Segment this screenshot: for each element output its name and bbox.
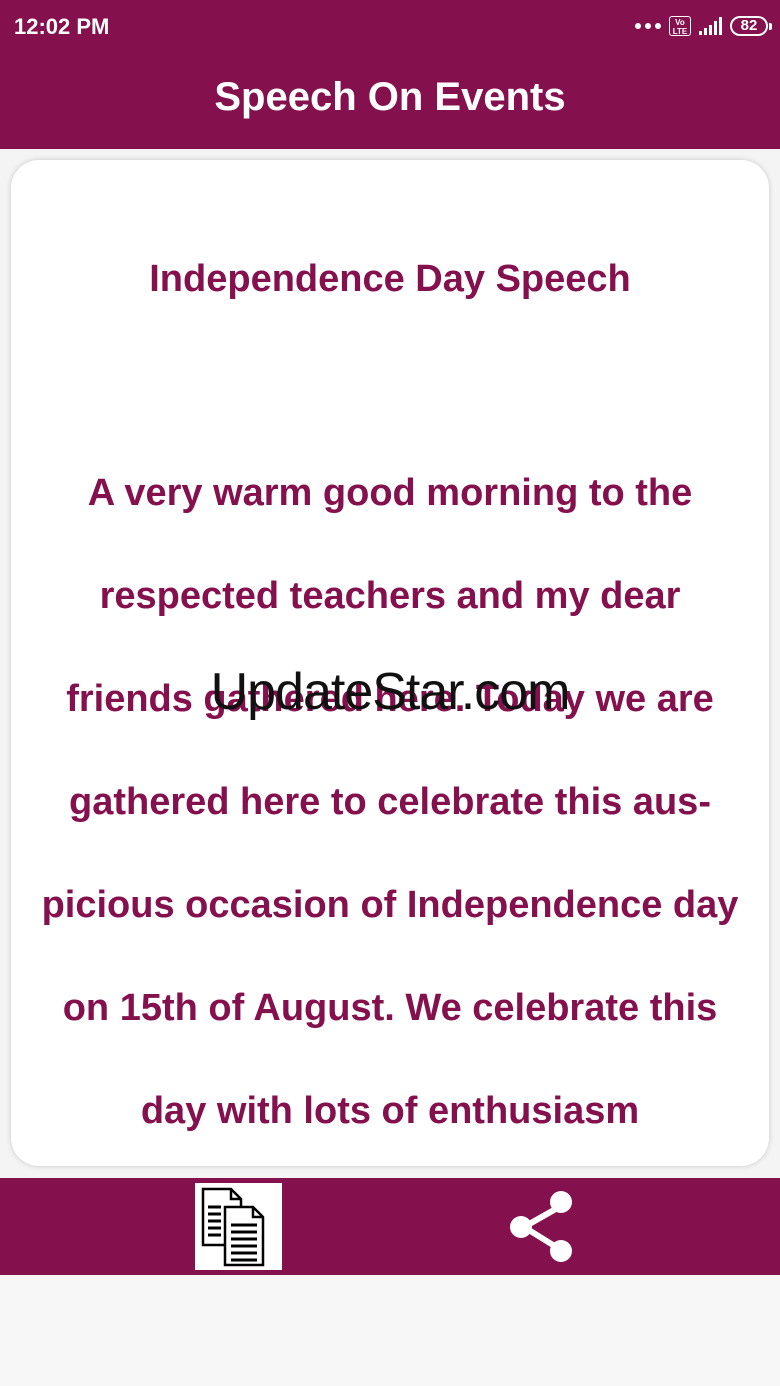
bottom-blank-area <box>0 1275 780 1386</box>
bottom-bar <box>0 1178 780 1275</box>
signal-icon <box>699 17 722 35</box>
speech-title: Independence Day Speech <box>149 258 631 300</box>
status-bar: 12:02 PM Vo LTE 82 <box>0 0 780 52</box>
app-bar: Speech On Events <box>0 52 780 149</box>
status-icons: Vo LTE 82 <box>635 14 772 38</box>
share-button[interactable] <box>500 1184 586 1270</box>
share-icon <box>510 1191 572 1262</box>
more-dots-icon <box>635 23 661 29</box>
battery-icon: 82 <box>730 16 772 36</box>
copy-documents-icon <box>201 1187 265 1267</box>
volte-icon: Vo LTE <box>669 16 691 36</box>
speech-card: Independence Day Speech A very warm good… <box>11 160 769 1166</box>
copy-button[interactable] <box>195 1183 282 1270</box>
app-title: Speech On Events <box>214 75 566 119</box>
speech-body: A very warm good morning to the respecte… <box>41 472 739 1132</box>
status-time: 12:02 PM <box>14 14 110 39</box>
